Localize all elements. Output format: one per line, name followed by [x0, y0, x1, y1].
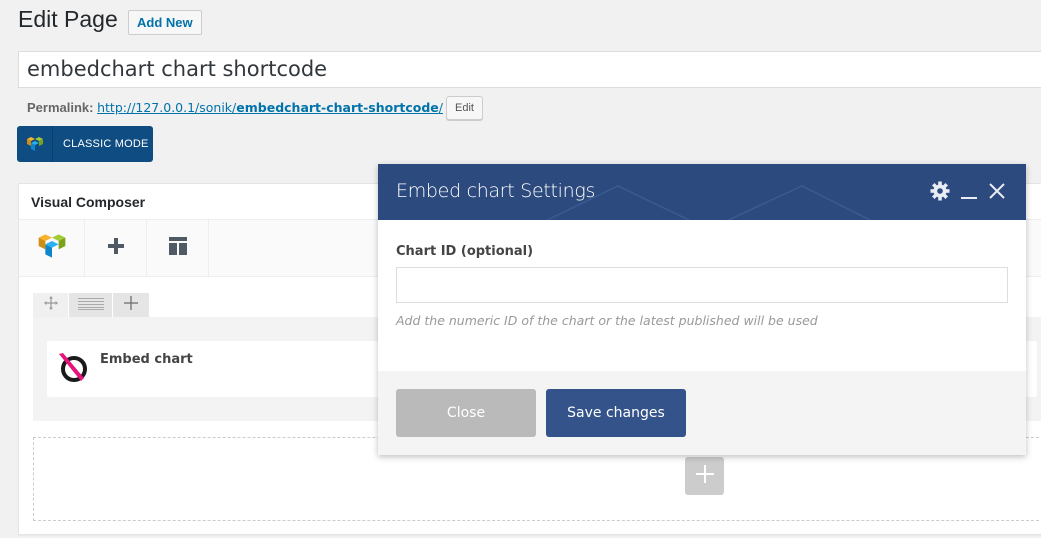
- vc-logo-button[interactable]: [19, 220, 85, 276]
- plus-icon: [124, 296, 138, 315]
- column-layout-icon: [77, 297, 104, 315]
- classic-mode-button[interactable]: CLASSIC MODE: [17, 126, 153, 162]
- permalink-base: http://127.0.0.1/sonik/: [97, 100, 237, 115]
- add-element-button[interactable]: [685, 457, 724, 495]
- add-element-toolbar-button[interactable]: [85, 220, 147, 276]
- template-icon: [168, 236, 187, 260]
- save-changes-button[interactable]: Save changes: [546, 389, 686, 437]
- modal-footer: Close Save changes: [378, 371, 1026, 455]
- permalink-slug: embedchart-chart-shortcode: [236, 100, 439, 115]
- chart-id-input[interactable]: [396, 267, 1008, 303]
- embed-chart-icon: [57, 351, 89, 388]
- modal-header[interactable]: Embed chart Settings: [378, 164, 1026, 220]
- edit-slug-button[interactable]: Edit: [446, 96, 483, 120]
- move-icon: [43, 296, 58, 315]
- gear-icon[interactable]: [930, 181, 950, 201]
- row-move-handle[interactable]: [33, 293, 68, 318]
- chart-id-help: Add the numeric ID of the chart or the l…: [396, 313, 818, 328]
- vc-logo-icon: [17, 126, 53, 162]
- embed-chart-settings-modal: Embed chart Settings Chart ID (optional)…: [378, 164, 1026, 455]
- modal-title: Embed chart Settings: [396, 180, 596, 202]
- row-controls: [33, 293, 150, 318]
- vc-logo-icon: [37, 231, 67, 266]
- add-new-button[interactable]: Add New: [128, 10, 202, 35]
- row-layout-button[interactable]: [69, 293, 112, 318]
- row-add-column-button[interactable]: [113, 293, 149, 318]
- templates-button[interactable]: [147, 220, 209, 276]
- chart-id-label: Chart ID (optional): [396, 244, 534, 259]
- plus-icon: [695, 464, 714, 488]
- close-icon[interactable]: [988, 182, 1006, 200]
- modal-body: Chart ID (optional) Add the numeric ID o…: [378, 220, 1026, 371]
- plus-icon: [107, 237, 125, 260]
- element-name: Embed chart: [100, 352, 193, 367]
- modal-controls: [930, 181, 1006, 201]
- close-button[interactable]: Close: [396, 389, 536, 437]
- permalink-label: Permalink:: [27, 100, 94, 115]
- permalink-link[interactable]: http://127.0.0.1/sonik/embedchart-chart-…: [97, 100, 443, 115]
- minimize-icon[interactable]: [960, 181, 978, 201]
- classic-mode-label: CLASSIC MODE: [63, 138, 149, 150]
- permalink: Permalink: http://127.0.0.1/sonik/embedc…: [27, 100, 443, 115]
- page-title: Edit Page: [18, 6, 118, 32]
- post-title-input[interactable]: embedchart chart shortcode: [18, 51, 1041, 88]
- permalink-trailing: /: [438, 100, 443, 115]
